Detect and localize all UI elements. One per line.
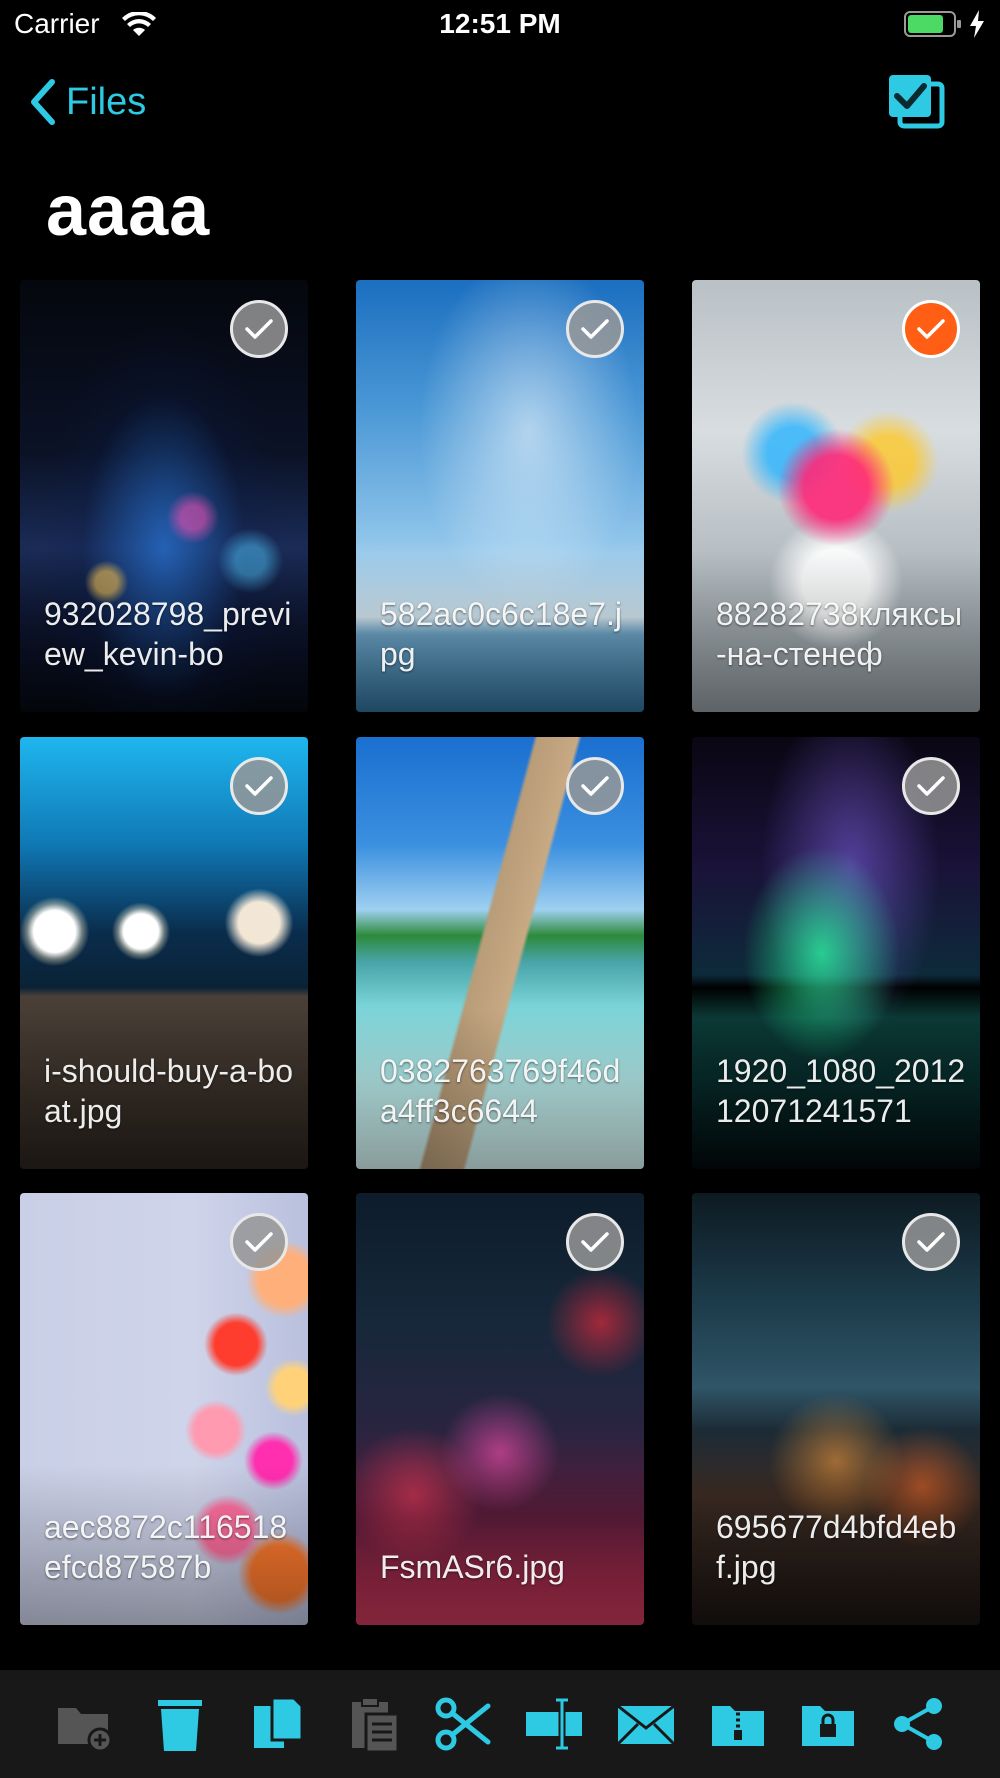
- file-tile[interactable]: 932028798_preview_kevin-bo: [20, 280, 308, 712]
- chevron-left-icon: [31, 79, 55, 125]
- back-button[interactable]: Files: [28, 76, 146, 128]
- share-button[interactable]: [886, 1692, 950, 1756]
- file-tile[interactable]: 88282738кляксы-на-стенеф: [692, 280, 980, 712]
- mail-icon: [616, 1704, 676, 1746]
- checkmark-icon[interactable]: [902, 757, 960, 815]
- file-tile[interactable]: aec8872c116518efcd87587b: [20, 1193, 308, 1625]
- page-title: aaaa: [46, 171, 211, 251]
- rename-icon: [526, 1696, 582, 1752]
- lock-icon: [802, 1706, 854, 1746]
- paste-button[interactable]: [342, 1692, 406, 1756]
- new-folder-icon: [58, 1708, 113, 1753]
- new-folder-button[interactable]: [52, 1692, 116, 1756]
- checkmark-icon[interactable]: [902, 300, 960, 358]
- file-tile[interactable]: 695677d4bfd4ebf.jpg: [692, 1193, 980, 1625]
- copy-icon: [254, 1696, 304, 1748]
- trash-icon: [158, 1700, 202, 1751]
- zip-icon: [712, 1706, 764, 1746]
- file-tile[interactable]: 1920_1080_201212071241571: [692, 737, 980, 1169]
- checkmark-icon[interactable]: [566, 1213, 624, 1271]
- file-name: 0382763769f46da4ff3c6644: [380, 1053, 621, 1129]
- cut-button[interactable]: [430, 1692, 494, 1756]
- delete-button[interactable]: [148, 1692, 212, 1756]
- checkmark-icon[interactable]: [566, 300, 624, 358]
- file-tile[interactable]: i-should-buy-a-boat.jpg: [20, 737, 308, 1169]
- back-label: Files: [66, 80, 147, 123]
- lock-button[interactable]: [796, 1692, 860, 1756]
- share-icon: [894, 1698, 942, 1750]
- file-name: 88282738кляксы-на-стенеф: [716, 596, 963, 672]
- charging-bolt-icon: [970, 10, 984, 38]
- file-name: 932028798_preview_kevin-bo: [44, 596, 292, 672]
- paste-icon: [352, 1697, 400, 1754]
- file-tile[interactable]: 0382763769f46da4ff3c6644: [356, 737, 644, 1169]
- battery-icon: [904, 11, 961, 37]
- select-all-icon[interactable]: [886, 72, 946, 130]
- bottom-toolbar: [0, 1670, 1000, 1778]
- file-tile[interactable]: 582ac0c6c18e7.jpg: [356, 280, 644, 712]
- status-bar: Carrier 12:51 PM: [0, 0, 1000, 52]
- file-name: 1920_1080_201212071241571: [716, 1053, 966, 1129]
- mail-button[interactable]: [614, 1692, 678, 1756]
- file-name: FsmASr6.jpg: [380, 1549, 565, 1585]
- file-name: i-should-buy-a-boat.jpg: [44, 1053, 294, 1129]
- checkmark-icon[interactable]: [230, 757, 288, 815]
- checkmark-icon[interactable]: [902, 1213, 960, 1271]
- file-name: 695677d4bfd4ebf.jpg: [716, 1509, 957, 1585]
- checkmark-icon[interactable]: [230, 300, 288, 358]
- file-name: 582ac0c6c18e7.jpg: [380, 596, 622, 672]
- status-time: 12:51 PM: [439, 8, 561, 39]
- file-name: aec8872c116518efcd87587b: [44, 1509, 288, 1585]
- checkmark-icon[interactable]: [230, 1213, 288, 1271]
- checkmark-icon[interactable]: [566, 757, 624, 815]
- file-tile[interactable]: FsmASr6.jpg: [356, 1193, 644, 1625]
- zip-button[interactable]: [706, 1692, 770, 1756]
- copy-button[interactable]: [246, 1692, 310, 1756]
- cut-icon: [435, 1697, 491, 1751]
- rename-button[interactable]: [522, 1692, 586, 1756]
